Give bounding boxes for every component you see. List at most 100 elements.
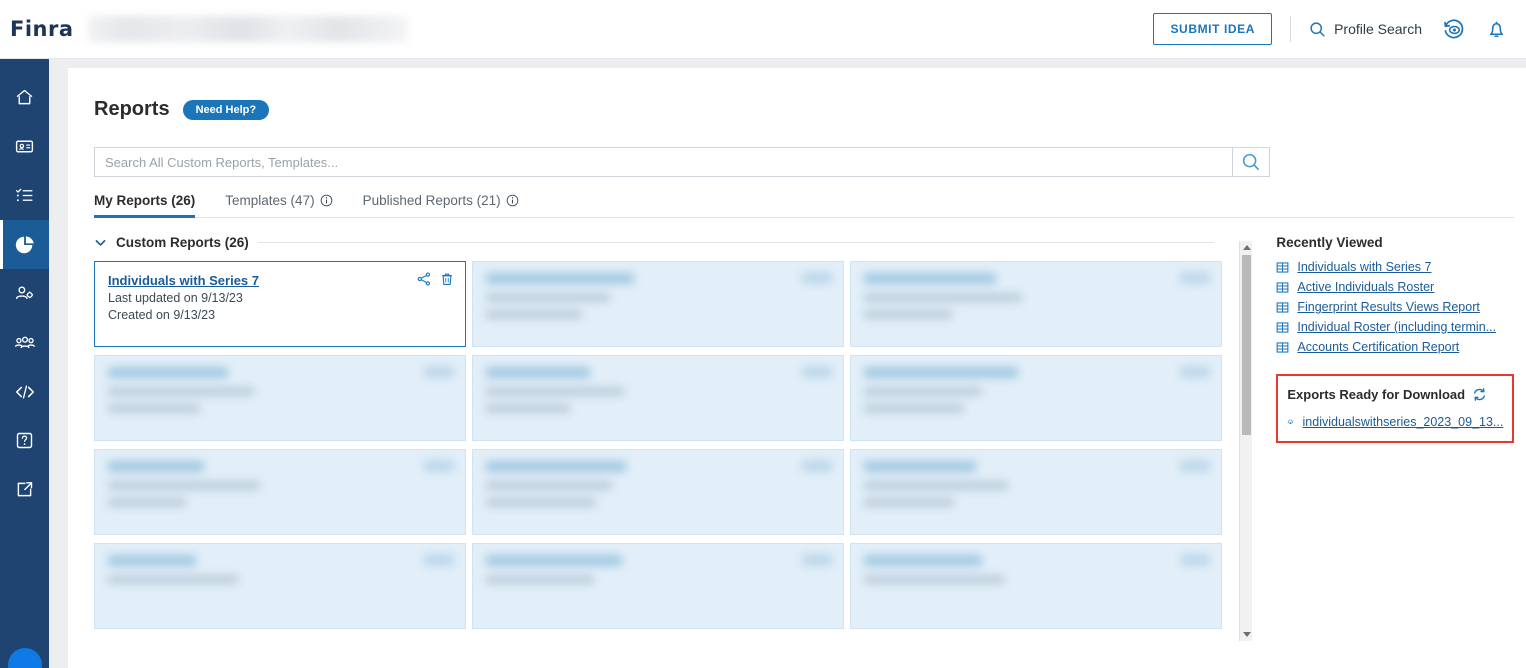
report-card[interactable]: [94, 543, 466, 629]
trash-icon[interactable]: [440, 272, 454, 286]
report-tabs: My Reports (26) Templates (47) Published…: [94, 193, 1514, 218]
report-card[interactable]: [94, 449, 466, 535]
refresh-icon[interactable]: [1472, 387, 1487, 402]
tab-published-reports[interactable]: Published Reports (21): [363, 193, 519, 217]
sidebar-item-home[interactable]: [0, 73, 49, 122]
sidebar-item-api[interactable]: [0, 367, 49, 416]
redacted-content: [108, 367, 452, 413]
info-icon[interactable]: [506, 194, 519, 207]
notifications-button[interactable]: [1485, 18, 1508, 41]
report-card-actions: [417, 272, 454, 286]
report-card-actions: [1180, 460, 1210, 472]
redacted-content: [486, 555, 830, 584]
sidebar-item-help[interactable]: [0, 416, 49, 465]
scrollbar-thumb[interactable]: [1242, 255, 1252, 435]
report-card-actions: [1180, 366, 1210, 378]
search-submit-button[interactable]: [1232, 147, 1270, 177]
sidebar-item-external[interactable]: [0, 465, 49, 514]
exports-header: Exports Ready for Download: [1287, 387, 1503, 402]
divider: [1290, 16, 1292, 42]
profile-search-button[interactable]: Profile Search: [1309, 21, 1422, 38]
report-card-actions: [424, 366, 454, 378]
report-card-last-updated: Last updated on 9/13/23: [108, 291, 243, 305]
report-card-created: Created on 9/13/23: [108, 308, 216, 322]
chevron-down-icon[interactable]: [94, 236, 107, 249]
recent-views-icon: [1444, 18, 1464, 38]
left-sidebar: [0, 59, 49, 668]
recently-viewed-item-label: Active Individuals Roster: [1297, 280, 1435, 294]
export-download-label: individualswithseries_2023_09_13...: [1302, 415, 1504, 429]
report-card[interactable]: [850, 261, 1222, 347]
export-download-item[interactable]: individualswithseries_2023_09_13...: [1287, 415, 1503, 429]
report-card-selected[interactable]: Individuals with Series 7 Last updated o…: [94, 261, 466, 347]
reports-panel: Reports Need Help? My Reports (26) Templ…: [68, 68, 1526, 668]
report-card-actions: [424, 460, 454, 472]
code-brackets-icon: [15, 384, 34, 399]
report-card[interactable]: [472, 449, 844, 535]
report-card[interactable]: [850, 449, 1222, 535]
report-card-actions: [1180, 554, 1210, 566]
need-help-badge[interactable]: Need Help?: [182, 99, 270, 120]
question-mark-icon: [16, 432, 33, 449]
content-columns: Custom Reports (26) Individuals with Ser…: [94, 235, 1526, 641]
custom-reports-section-header[interactable]: Custom Reports (26): [94, 235, 1240, 250]
recently-viewed-item[interactable]: Fingerprint Results Views Report: [1276, 300, 1526, 314]
info-icon[interactable]: [320, 194, 333, 207]
pie-chart-icon: [15, 235, 34, 253]
sidebar-item-individuals[interactable]: [0, 122, 49, 171]
exports-ready-box: Exports Ready for Download individualswi…: [1276, 374, 1515, 443]
id-card-icon: [15, 140, 34, 153]
report-card[interactable]: [472, 543, 844, 629]
table-icon: [1276, 301, 1289, 313]
table-icon: [1276, 281, 1289, 293]
scroll-up-arrow[interactable]: [1243, 245, 1252, 250]
sidebar-item-tasks[interactable]: [0, 171, 49, 220]
redacted-content: [486, 367, 830, 413]
recently-viewed-item[interactable]: Individuals with Series 7: [1276, 260, 1526, 274]
recently-viewed-item[interactable]: Individual Roster (including termin...: [1276, 320, 1526, 334]
tab-my-reports-label: My Reports (26): [94, 193, 196, 208]
report-card[interactable]: [850, 355, 1222, 441]
report-card-actions: [802, 366, 832, 378]
table-icon: [1276, 341, 1289, 353]
recently-viewed-item[interactable]: Active Individuals Roster: [1276, 280, 1526, 294]
report-card[interactable]: [94, 355, 466, 441]
recent-views-button[interactable]: [1442, 18, 1465, 41]
tab-templates[interactable]: Templates (47): [225, 193, 332, 217]
user-avatar[interactable]: [7, 648, 42, 668]
report-card-actions: [1180, 272, 1210, 284]
share-icon[interactable]: [417, 272, 431, 286]
profile-search-label: Profile Search: [1334, 21, 1422, 37]
page-title: Reports: [94, 98, 170, 120]
page-background: Reports Need Help? My Reports (26) Templ…: [49, 59, 1526, 668]
group-users-icon: [14, 336, 35, 348]
recently-viewed-item[interactable]: Accounts Certification Report: [1276, 340, 1526, 354]
table-icon: [1276, 321, 1289, 333]
scroll-down-arrow[interactable]: [1243, 632, 1252, 637]
report-card[interactable]: [850, 543, 1222, 629]
tab-published-reports-label: Published Reports (21): [362, 193, 501, 208]
recently-viewed-list: Individuals with Series 7 Active Individ…: [1276, 260, 1526, 354]
tab-my-reports[interactable]: My Reports (26): [94, 193, 196, 218]
report-card-title[interactable]: Individuals with Series 7: [108, 273, 452, 288]
report-card[interactable]: [472, 261, 844, 347]
search-icon: [1242, 153, 1260, 171]
reports-grid: Individuals with Series 7 Last updated o…: [94, 261, 1222, 629]
redacted-org-name: [87, 16, 408, 42]
search-input[interactable]: [94, 147, 1232, 177]
tab-templates-label: Templates (47): [225, 193, 315, 208]
cloud-download-icon: [1288, 419, 1294, 425]
sidebar-item-groups[interactable]: [0, 318, 49, 367]
side-panel: Recently Viewed Individuals with Series …: [1276, 235, 1526, 629]
sidebar-item-reports[interactable]: [0, 220, 49, 269]
report-card-actions: [802, 272, 832, 284]
recently-viewed-title: Recently Viewed: [1276, 235, 1383, 250]
custom-reports-section-title: Custom Reports (26): [116, 235, 249, 250]
top-bar: Finra SUBMIT IDEA Profile Search: [0, 0, 1526, 59]
sidebar-item-user-admin[interactable]: [0, 269, 49, 318]
submit-idea-button[interactable]: SUBMIT IDEA: [1153, 13, 1273, 45]
report-card-actions: [802, 460, 832, 472]
search-bar: [94, 147, 1270, 177]
report-card[interactable]: [472, 355, 844, 441]
reports-scrollbar[interactable]: [1239, 241, 1253, 641]
